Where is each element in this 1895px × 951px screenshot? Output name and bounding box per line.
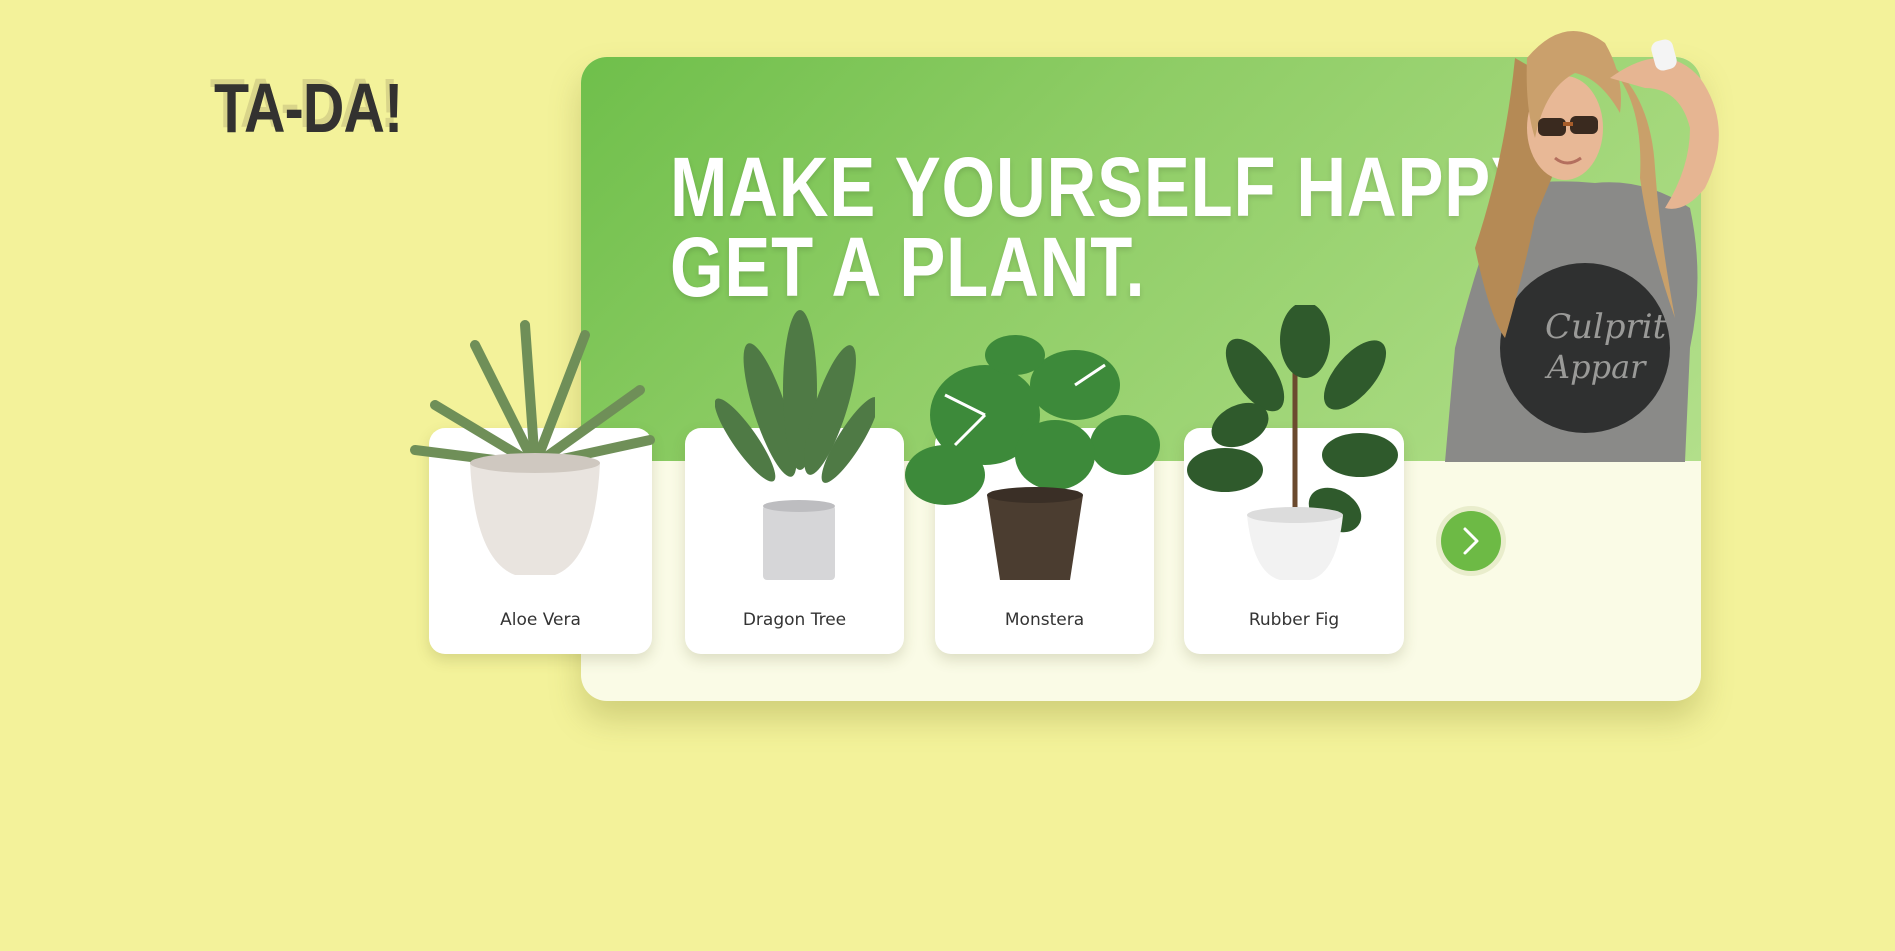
svg-text:Culprit: Culprit bbox=[1545, 307, 1667, 347]
next-button-inner[interactable] bbox=[1441, 511, 1501, 571]
headline-line-1: MAKE YOURSELF HAPPY. bbox=[670, 140, 1551, 234]
hero-headline: MAKE YOURSELF HAPPY. GET A PLANT. bbox=[670, 140, 1551, 314]
brand-logo[interactable]: TA-DA! bbox=[214, 68, 403, 148]
model-photo: Culprit Appar bbox=[1435, 18, 1795, 463]
plant-name: Rubber Fig bbox=[1248, 610, 1340, 630]
plant-name: Aloe Vera bbox=[500, 610, 581, 630]
rubber-fig-plant-icon bbox=[1187, 305, 1398, 580]
chevron-right-icon bbox=[1463, 527, 1479, 555]
aloe-vera-plant-icon bbox=[410, 320, 655, 575]
monstera-plant-icon bbox=[905, 335, 1160, 580]
dragon-tree-plant-icon bbox=[715, 310, 875, 580]
next-button[interactable] bbox=[1436, 506, 1506, 576]
headline-line-2: GET A PLANT. bbox=[670, 220, 1146, 314]
plant-name: Monstera bbox=[1004, 610, 1085, 630]
plant-name: Dragon Tree bbox=[742, 610, 847, 630]
svg-text:Appar: Appar bbox=[1544, 348, 1647, 386]
